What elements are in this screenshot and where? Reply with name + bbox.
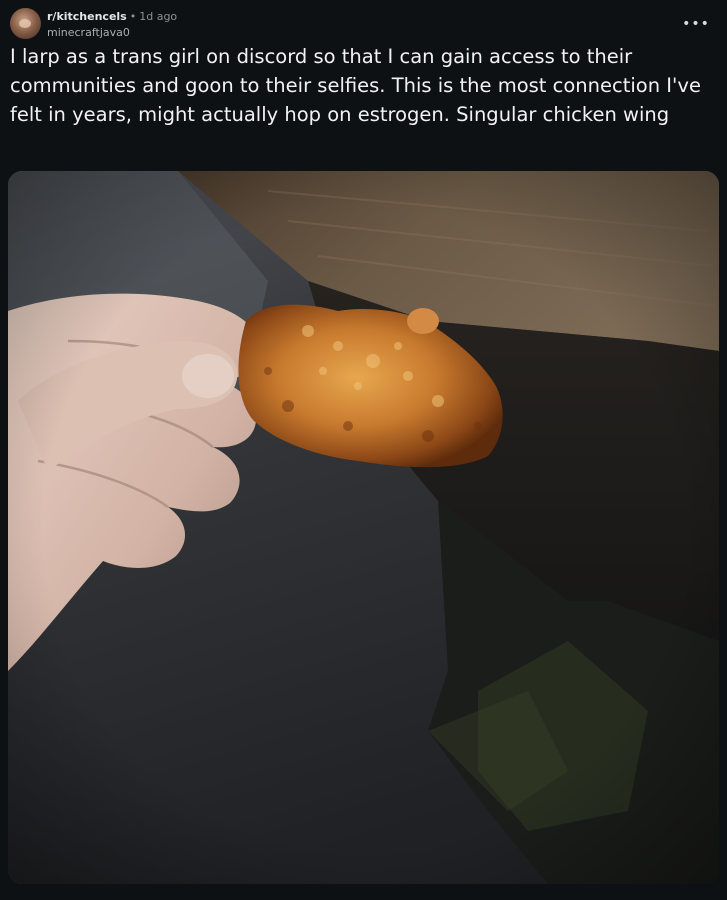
meta-separator: • (129, 10, 137, 23)
reddit-post: r/kitchencels • 1d ago minecraftjava0 ••• … (0, 0, 727, 900)
post-meta: r/kitchencels • 1d ago (47, 10, 177, 23)
post-image[interactable] (8, 171, 719, 884)
post-title[interactable]: I larp as a trans girl on discord so tha… (10, 42, 715, 129)
subreddit-avatar[interactable] (10, 8, 41, 39)
post-age: 1d ago (139, 10, 178, 23)
post-header: r/kitchencels • 1d ago minecraftjava0 ••• (10, 8, 710, 40)
chicken-wing-photo (8, 171, 719, 884)
more-options-icon[interactable]: ••• (682, 14, 710, 34)
author-username[interactable]: minecraftjava0 (47, 26, 130, 39)
subreddit-link[interactable]: r/kitchencels (47, 10, 127, 23)
avatar-face (19, 19, 31, 28)
